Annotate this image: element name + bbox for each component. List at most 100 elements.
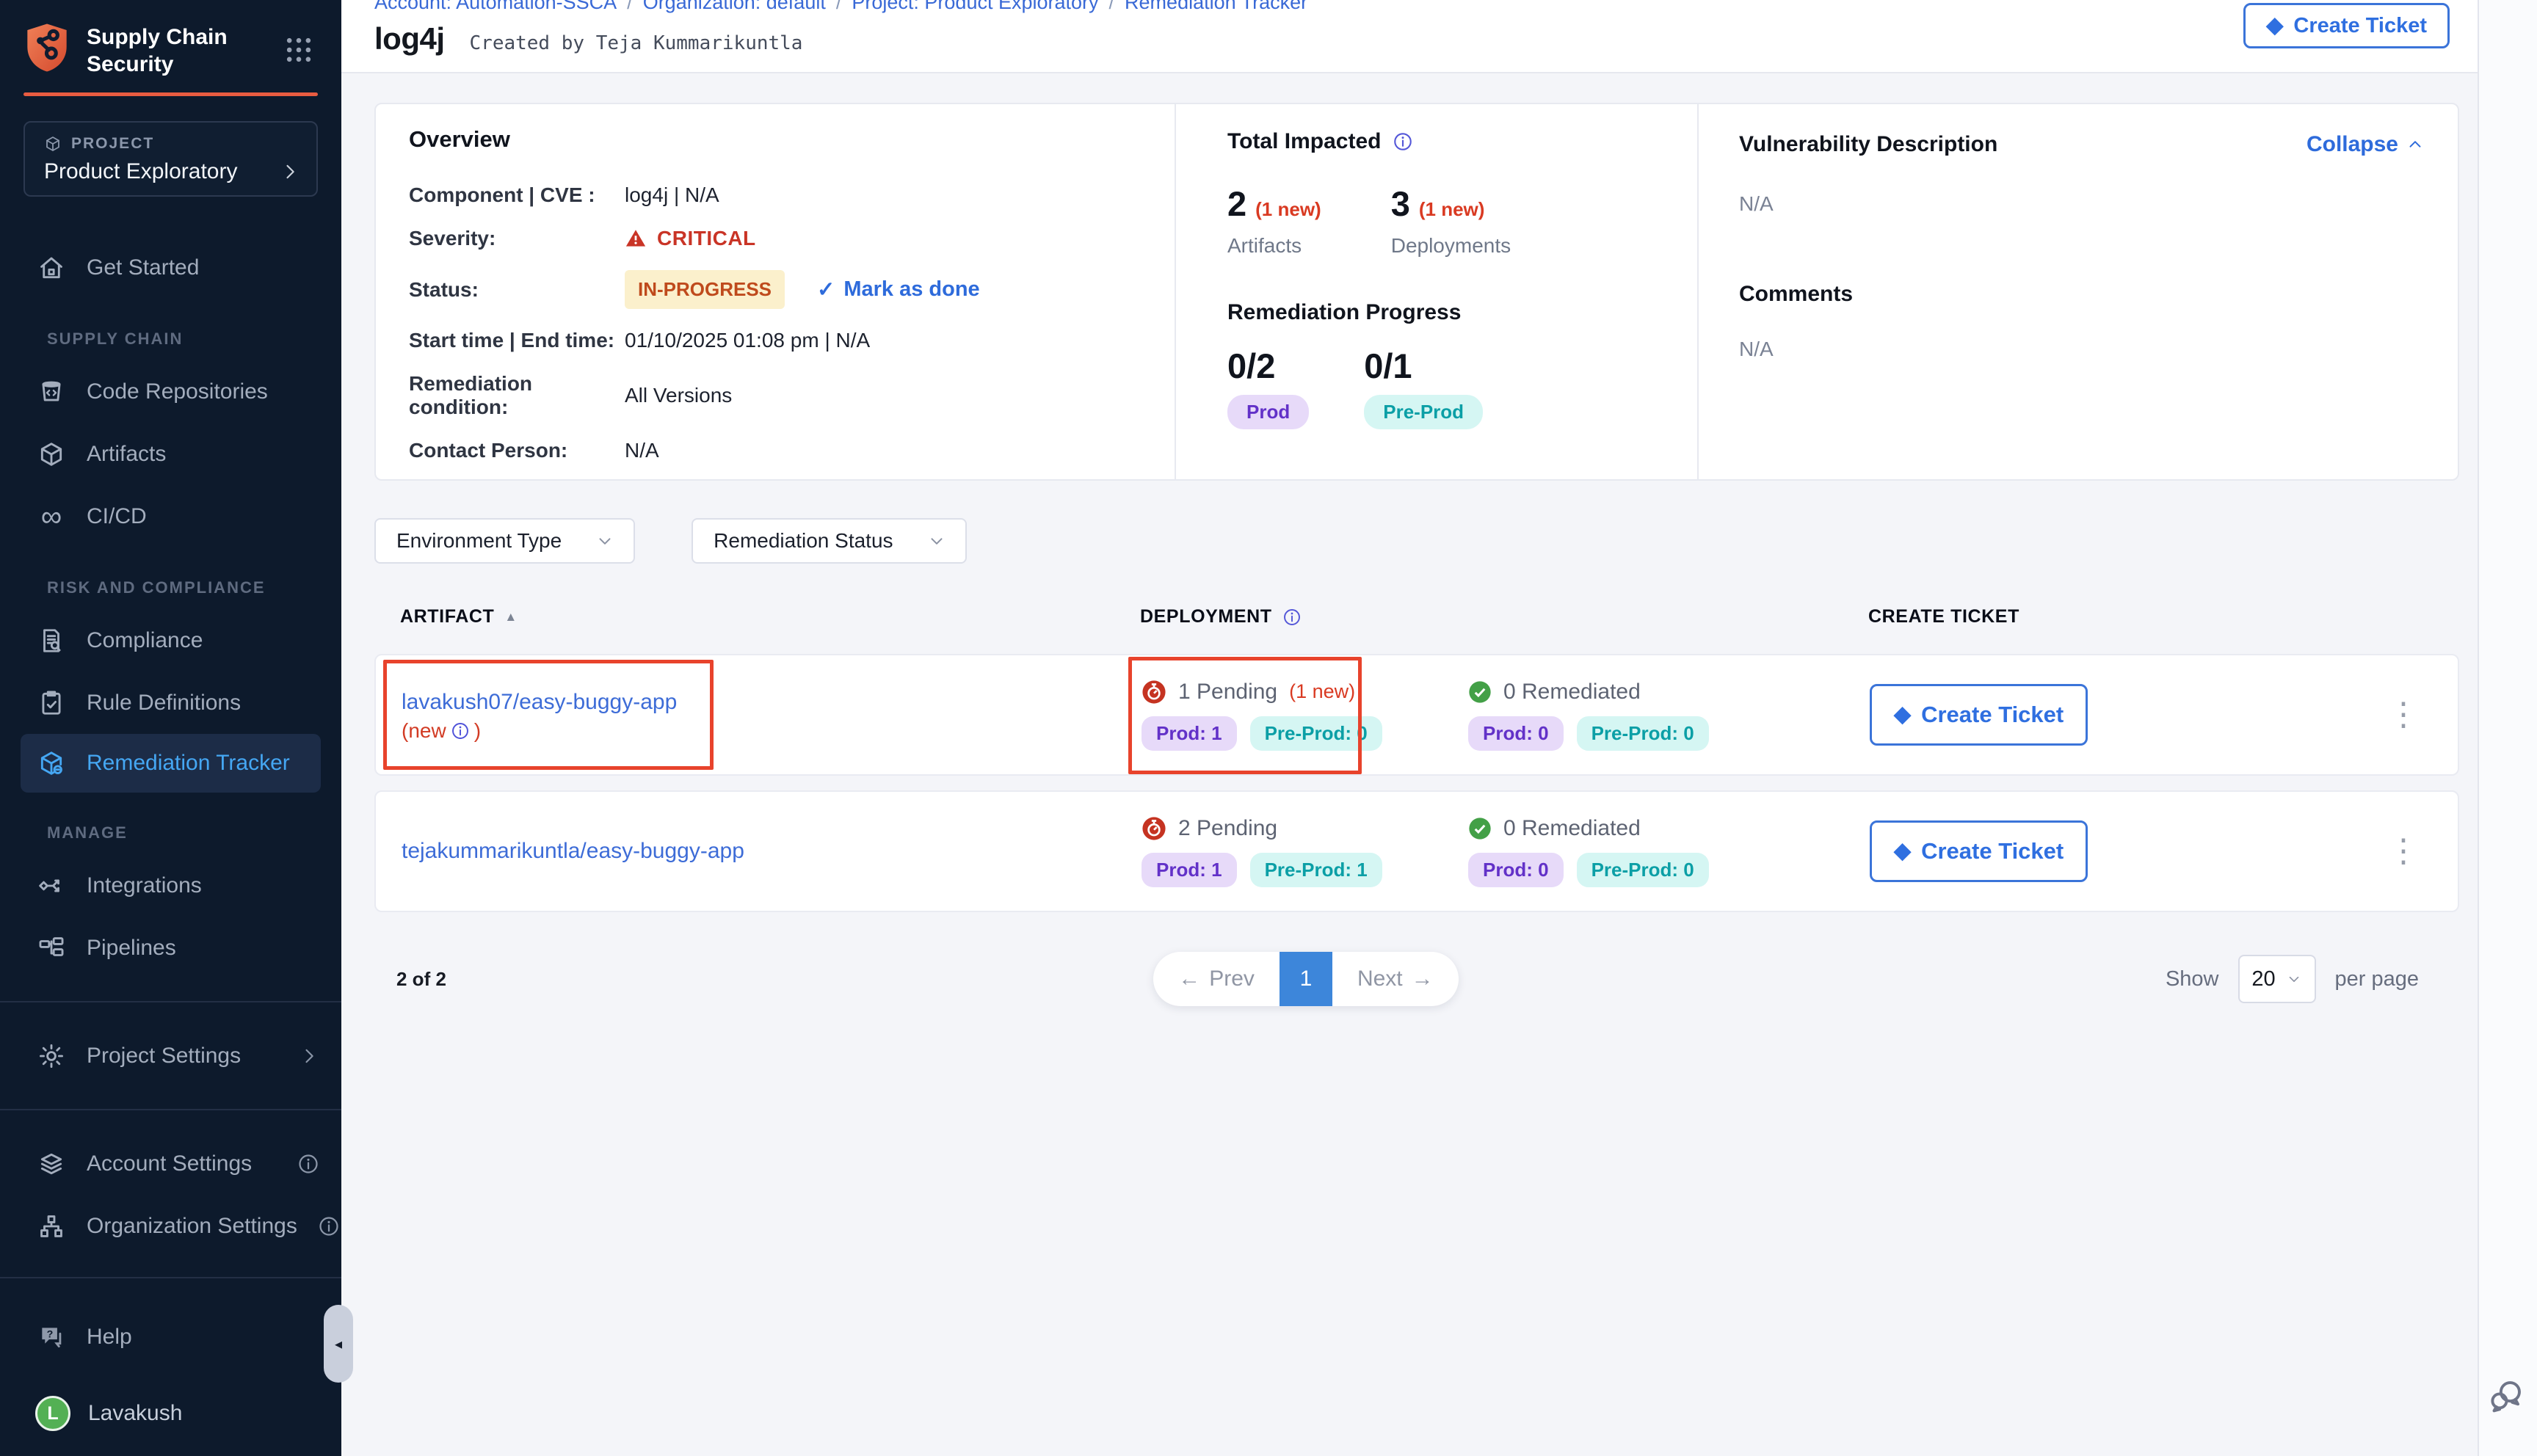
sidebar-collapse-handle[interactable]: ◂ <box>324 1305 353 1383</box>
project-selector[interactable]: PROJECT Product Exploratory <box>23 121 318 197</box>
prev-page-button[interactable]: ← Prev <box>1153 967 1280 991</box>
artifact-link[interactable]: lavakush07/easy-buggy-app <box>402 687 677 718</box>
column-header-artifact[interactable]: ARTIFACT ▲ <box>374 606 1130 627</box>
pending-new-count: (1 new) <box>1289 680 1355 703</box>
create-ticket-button[interactable]: ◆ Create Ticket <box>1870 820 2088 882</box>
create-ticket-button[interactable]: ◆ Create Ticket <box>2243 3 2450 48</box>
nav-divider <box>0 1109 341 1110</box>
warning-triangle-icon <box>625 228 647 250</box>
component-cve-value: log4j | N/A <box>625 183 1175 207</box>
info-icon[interactable] <box>1282 608 1302 627</box>
sort-ascending-icon[interactable]: ▲ <box>504 610 517 625</box>
info-icon[interactable] <box>1393 131 1413 152</box>
sidebar-item-organization-settings[interactable]: Organization Settings <box>0 1195 341 1257</box>
sidebar-item-compliance[interactable]: Compliance <box>0 609 341 671</box>
remediation-status-filter[interactable]: Remediation Status <box>692 518 966 564</box>
home-icon <box>37 253 66 283</box>
org-tree-icon <box>37 1212 66 1241</box>
prod-progress-value: 0/2 <box>1227 346 1309 386</box>
environment-type-filter[interactable]: Environment Type <box>374 518 635 564</box>
breadcrumb: Account: Automation-SSCA / Organization:… <box>374 0 2450 14</box>
artifact-new-flag: (new ) <box>402 719 1132 743</box>
artifacts-count: 2 <box>1227 183 1246 224</box>
sidebar-item-code-repositories[interactable]: Code Repositories <box>0 360 341 423</box>
apps-grid-icon[interactable] <box>283 34 315 66</box>
sidebar-item-integrations[interactable]: Integrations <box>0 854 341 917</box>
deployment-pending-cell: 2 Pending Prod: 1 Pre-Prod: 1 <box>1132 816 1459 887</box>
component-cve-label: Component | CVE : <box>409 183 625 207</box>
chevron-down-icon <box>2286 971 2302 987</box>
breadcrumb-current[interactable]: Remediation Tracker <box>1125 0 1307 14</box>
per-page-label: per page <box>2335 967 2420 991</box>
deployment-remediated-cell: 0 Remediated Prod: 0 Pre-Prod: 0 <box>1459 816 1866 887</box>
artifact-cell: lavakush07/easy-buggy-app (new ) <box>376 687 1132 743</box>
created-by-text: Created by Teja Kummarikuntla <box>470 32 803 54</box>
chevron-right-icon <box>280 161 300 182</box>
vulnerability-description-title: Vulnerability Description <box>1739 132 1997 157</box>
sidebar-item-artifacts[interactable]: Artifacts <box>0 423 341 485</box>
remediated-count: 0 Remediated <box>1503 816 1641 841</box>
user-menu[interactable]: L Lavakush <box>0 1396 341 1431</box>
prod-count-badge: Prod: 1 <box>1142 853 1237 887</box>
sidebar-item-help[interactable]: ? Help <box>0 1315 341 1359</box>
infinity-icon: ∞ <box>37 502 66 531</box>
sidebar-item-cicd[interactable]: ∞ CI/CD <box>0 485 341 547</box>
sidebar-nav: Get Started SUPPLY CHAIN Code Repositori… <box>0 213 341 1257</box>
info-icon[interactable] <box>297 1153 319 1175</box>
overview-column: Overview Component | CVE : log4j | N/A S… <box>376 104 1175 479</box>
remediated-check-icon <box>1468 680 1492 704</box>
pagination-bar: 2 of 2 ← Prev 1 Next → Show 20 <box>374 952 2459 1006</box>
kebab-menu-icon[interactable]: ⋮ <box>2387 835 2421 867</box>
help-chat-icon: ? <box>37 1322 66 1352</box>
prod-count-badge: Prod: 0 <box>1468 716 1564 751</box>
sidebar-item-account-settings[interactable]: Account Settings <box>0 1132 341 1195</box>
sidebar-item-project-settings[interactable]: Project Settings <box>0 1024 341 1087</box>
status-badge: IN-PROGRESS <box>625 270 785 309</box>
page-number-active[interactable]: 1 <box>1280 952 1332 1006</box>
sidebar-item-get-started[interactable]: Get Started <box>0 236 341 299</box>
sidebar-item-remediation-tracker[interactable]: Remediation Tracker <box>21 734 321 793</box>
ticket-diamond-icon: ◆ <box>1894 840 1911 862</box>
create-ticket-button[interactable]: ◆ Create Ticket <box>1870 684 2088 746</box>
total-impacted-column: Total Impacted 2 (1 new) Artifacts <box>1175 104 1697 479</box>
time-label: Start time | End time: <box>409 329 625 352</box>
section-label-supply-chain: SUPPLY CHAIN <box>47 330 341 349</box>
sidebar-item-pipelines[interactable]: Pipelines <box>0 917 341 979</box>
time-value: 01/10/2025 01:08 pm | N/A <box>625 329 1175 352</box>
prod-count-badge: Prod: 1 <box>1142 716 1237 751</box>
page-title: log4j <box>374 21 445 57</box>
next-page-button[interactable]: Next → <box>1332 967 1459 991</box>
sidebar-item-rule-definitions[interactable]: Rule Definitions <box>0 671 341 734</box>
overview-card: Overview Component | CVE : log4j | N/A S… <box>374 103 2459 481</box>
deployment-remediated-cell: 0 Remediated Prod: 0 Pre-Prod: 0 <box>1459 680 1866 751</box>
row-menu-cell: ⋮ <box>2351 835 2458 867</box>
breadcrumb-separator: / <box>1109 0 1115 14</box>
info-icon[interactable] <box>451 721 470 740</box>
section-label-manage: MANAGE <box>47 823 341 842</box>
create-ticket-cell: ◆ Create Ticket <box>1866 684 2351 746</box>
remediated-check-icon <box>1468 817 1492 840</box>
collapse-link[interactable]: Collapse <box>2306 132 2425 157</box>
contact-label: Contact Person: <box>409 439 625 462</box>
artifact-link[interactable]: tejakummarikuntla/easy-buggy-app <box>402 836 744 867</box>
section-label-risk-compliance: RISK AND COMPLIANCE <box>47 578 341 597</box>
breadcrumb-organization[interactable]: Organization: default <box>643 0 826 14</box>
info-icon[interactable] <box>318 1215 340 1237</box>
condition-label: Remediation condition: <box>409 372 625 419</box>
impacted-deployments: 3 (1 new) Deployments <box>1391 183 1511 258</box>
deployments-count: 3 <box>1391 183 1410 224</box>
prod-count-badge: Prod: 0 <box>1468 853 1564 887</box>
breadcrumb-separator: / <box>627 0 633 14</box>
breadcrumb-project[interactable]: Project: Product Exploratory <box>852 0 1098 14</box>
kebab-menu-icon[interactable]: ⋮ <box>2387 699 2421 731</box>
breadcrumb-account[interactable]: Account: Automation-SSCA <box>374 0 617 14</box>
page-size-control: Show 20 per page <box>2166 955 2419 1003</box>
support-chat-icon[interactable] <box>2487 1377 2525 1415</box>
sidebar: Supply Chain Security PROJECT Product Ex… <box>0 0 341 1456</box>
page-header: Account: Automation-SSCA / Organization:… <box>341 0 2478 73</box>
code-repo-icon <box>37 377 66 407</box>
chevron-right-icon <box>299 1046 319 1066</box>
contact-value: N/A <box>625 439 1175 462</box>
mark-as-done-link[interactable]: ✓ Mark as done <box>817 277 980 302</box>
page-size-select[interactable]: 20 <box>2238 955 2316 1003</box>
